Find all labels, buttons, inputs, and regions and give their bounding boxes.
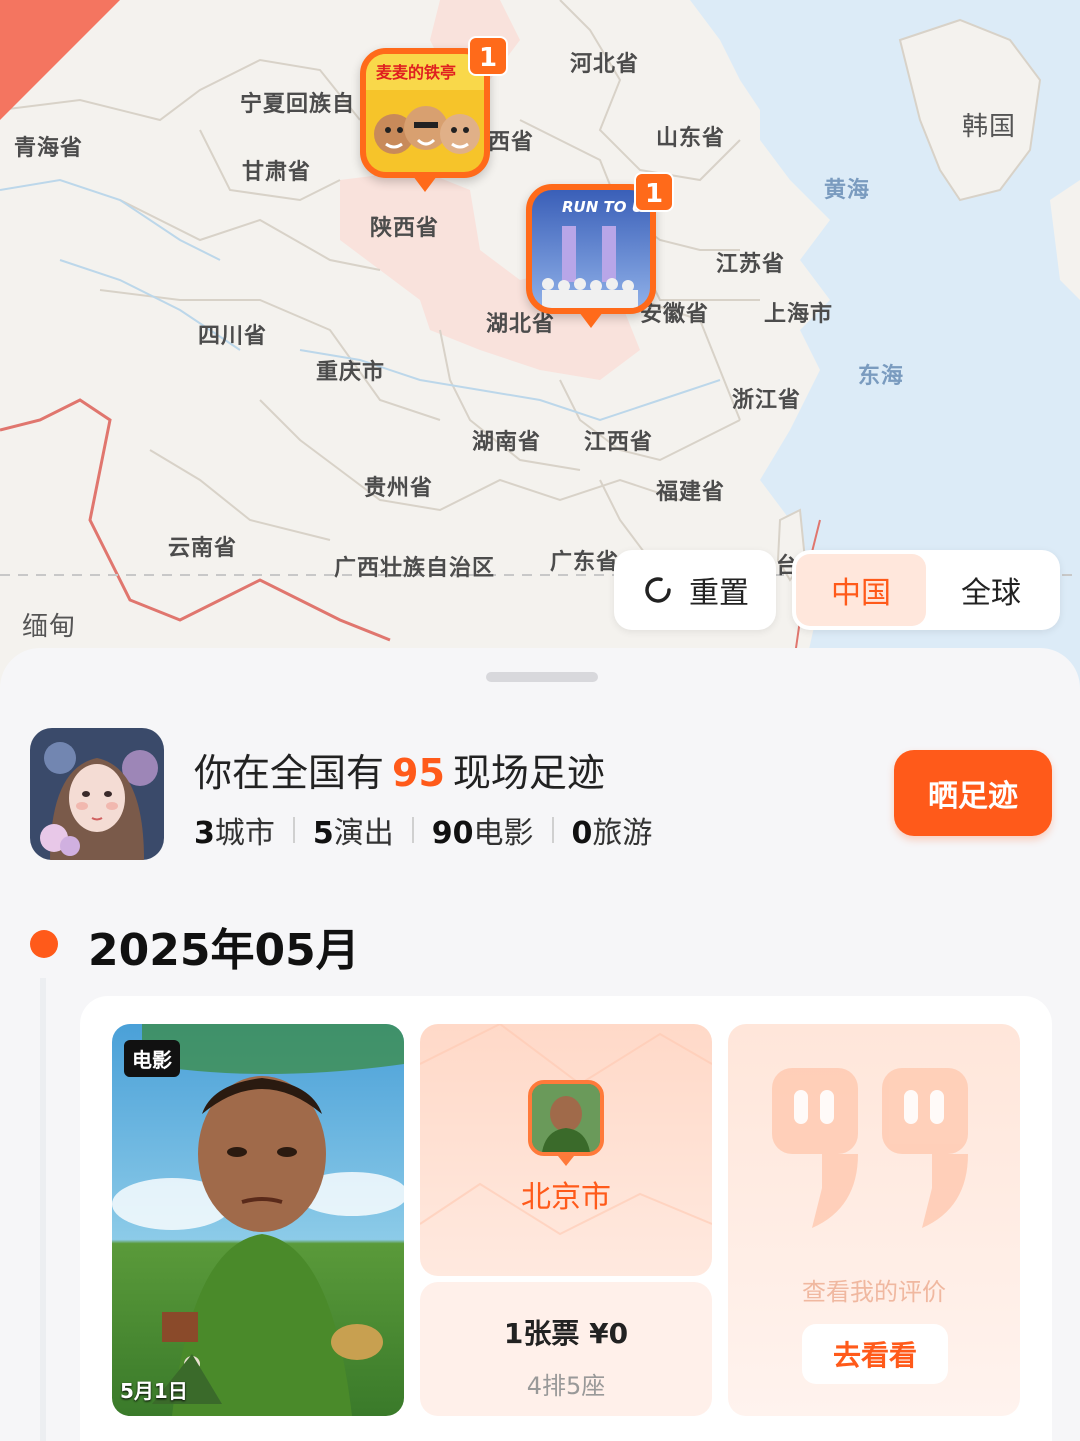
stat-movies[interactable]: 90电影	[432, 808, 534, 852]
footprint-stats: 3城市 5演出 90电影 0旅游	[194, 808, 652, 852]
map-label-chongqing: 重庆市	[316, 360, 386, 385]
map-label-hunan: 湖南省	[472, 430, 542, 455]
map-label-hebei: 河北省	[570, 52, 640, 77]
scope-toggle[interactable]: 中国 全球	[792, 550, 1060, 630]
pin-poster-image: RUN TO U	[532, 190, 650, 308]
avatar[interactable]	[30, 728, 164, 860]
stat-divider	[411, 817, 414, 843]
footprint-headline: 你在全国有 95 现场足迹	[194, 742, 605, 797]
headline-count: 95	[392, 751, 445, 795]
drag-handle[interactable]	[486, 672, 598, 682]
map-pin-show[interactable]: 麦麦的铁亭 1	[360, 36, 508, 192]
map-label-myanmar: 缅甸	[22, 612, 77, 642]
share-footprint-button[interactable]: 晒足迹	[894, 750, 1052, 836]
map-label-guizhou: 贵州省	[364, 476, 434, 501]
map-label-yunnan: 云南省	[168, 536, 238, 561]
review-tile[interactable]: 查看我的评价 去看看	[728, 1024, 1020, 1416]
city-pin-pointer	[558, 1156, 574, 1166]
review-prompt: 查看我的评价	[802, 1278, 946, 1306]
pin-count-badge: 1	[634, 172, 674, 212]
pin-poster-title: RUN TO U	[562, 198, 644, 216]
map-label-east-sea: 东海	[858, 364, 905, 389]
ticket-summary: 1张票 ¥0	[503, 1317, 629, 1350]
map-label-guangxi: 广西壮族自治区	[334, 556, 496, 581]
map-pin-concert[interactable]: RUN TO U 1	[526, 172, 674, 328]
map-label-jiangsu: 江苏省	[716, 252, 786, 277]
timeline-month: 2025年05月	[88, 925, 360, 976]
map-label-fujian: 福建省	[656, 480, 726, 505]
headline-prefix: 你在全国有	[194, 751, 385, 795]
footprint-entry-card[interactable]: 电影 5月1日 北京市 1张票 ¥0 4排5座 查看我的评价 去看看	[80, 996, 1052, 1441]
timeline-dot	[30, 930, 58, 958]
city-tile[interactable]: 北京市	[420, 1024, 712, 1276]
refresh-icon	[645, 577, 671, 603]
map-label-shandong: 山东省	[656, 126, 726, 151]
view-review-button[interactable]: 去看看	[802, 1324, 948, 1384]
map-label-ningxia: 宁夏回族自	[240, 92, 356, 117]
map-label-gansu: 甘肃省	[242, 160, 312, 185]
stat-divider	[551, 817, 554, 843]
map-label-yellow-sea: 黄海	[824, 178, 871, 203]
ticket-tile[interactable]: 1张票 ¥0 4排5座	[420, 1282, 712, 1416]
pin-poster-title: 麦麦的铁亭	[376, 63, 456, 82]
pin-pointer	[579, 312, 603, 328]
map-label-shanghai: 上海市	[764, 302, 834, 327]
map-label-korea: 韩国	[962, 112, 1017, 142]
headline-suffix: 现场足迹	[452, 751, 605, 795]
map-label-shanxi: 西省	[488, 130, 535, 155]
map-label-jiangxi: 江西省	[584, 430, 654, 455]
reset-label: 重置	[689, 576, 749, 611]
reset-map-button[interactable]: 重置	[614, 550, 776, 630]
poster-type-tag: 电影	[124, 1040, 180, 1077]
stat-cities[interactable]: 3城市	[194, 808, 275, 852]
pin-count-badge: 1	[468, 36, 508, 76]
scope-option-china[interactable]: 中国	[796, 554, 926, 626]
quote-icon	[772, 1068, 968, 1228]
movie-poster[interactable]: 电影 5月1日	[112, 1024, 404, 1416]
map-label-qinghai: 青海省	[14, 136, 84, 161]
pin-poster-image: 麦麦的铁亭	[366, 54, 484, 172]
map-label-guangdong: 广东省	[550, 550, 620, 575]
pin-pointer	[413, 176, 437, 192]
poster-date: 5月1日	[120, 1379, 188, 1403]
map-label-sichuan: 四川省	[198, 324, 268, 349]
footprint-sheet: 你在全国有 95 现场足迹 3城市 5演出 90电影 0旅游 晒足迹 2025年05…	[0, 648, 1080, 1441]
map-label-shaanxi: 陕西省	[370, 216, 440, 241]
footprint-map[interactable]: 青海省 宁夏回族自 甘肃省 河北省 西省 山东省 陕西省 江苏省 安徽省 上海市…	[0, 0, 1080, 690]
timeline-line	[40, 978, 46, 1441]
stat-shows[interactable]: 5演出	[313, 808, 394, 852]
scope-option-global[interactable]: 全球	[926, 554, 1056, 626]
city-pin-thumbnail	[528, 1080, 604, 1156]
map-label-zhejiang: 浙江省	[732, 388, 802, 413]
ticket-seat: 4排5座	[526, 1372, 606, 1400]
stat-divider	[292, 817, 295, 843]
stat-travel[interactable]: 0旅游	[572, 808, 653, 852]
city-name: 北京市	[521, 1180, 611, 1215]
corner-flag	[0, 0, 120, 120]
